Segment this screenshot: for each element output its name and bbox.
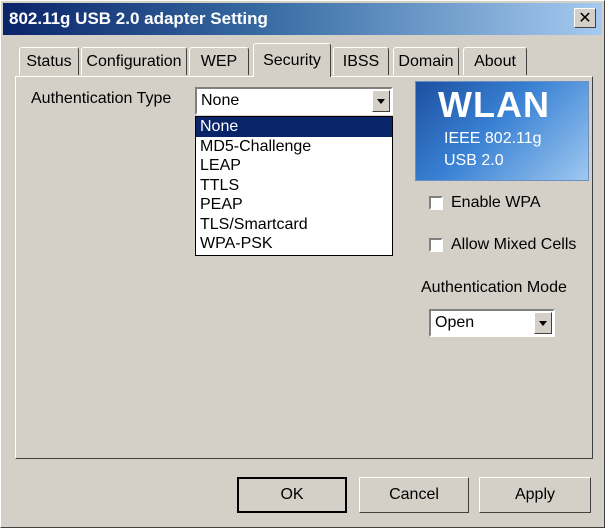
checkbox-box[interactable] <box>429 196 443 210</box>
settings-window: 802.11g USB 2.0 adapter Setting ✕ Status… <box>0 0 605 528</box>
tab-label: Configuration <box>86 52 182 70</box>
logo-title: WLAN <box>438 84 550 125</box>
chevron-down-icon <box>539 321 547 326</box>
allow-mixed-cells-label: Allow Mixed Cells <box>451 236 577 253</box>
auth-mode-select[interactable]: Open <box>429 309 555 337</box>
enable-wpa-checkbox[interactable]: Enable WPA <box>429 194 541 212</box>
option-peap[interactable]: PEAP <box>196 195 392 215</box>
auth-mode-value: Open <box>435 314 475 331</box>
tab-ibss[interactable]: IBSS <box>333 47 389 75</box>
auth-type-options-list[interactable]: None MD5-Challenge LEAP TTLS PEAP TLS/Sm… <box>195 116 393 256</box>
auth-type-select[interactable]: None <box>195 87 393 115</box>
apply-label: Apply <box>514 486 556 503</box>
title-bar[interactable]: 802.11g USB 2.0 adapter Setting ✕ <box>3 3 602 35</box>
close-button[interactable]: ✕ <box>574 8 596 28</box>
tab-about[interactable]: About <box>463 47 527 75</box>
option-tls-smartcard[interactable]: TLS/Smartcard <box>196 215 392 235</box>
tab-security[interactable]: Security <box>253 43 331 77</box>
ok-label: OK <box>280 486 304 503</box>
tab-label: IBSS <box>342 52 380 70</box>
enable-wpa-label: Enable WPA <box>451 194 541 211</box>
allow-mixed-cells-checkbox[interactable]: Allow Mixed Cells <box>429 236 576 254</box>
window-title: 802.11g USB 2.0 adapter Setting <box>9 9 268 28</box>
chevron-down-icon <box>377 99 385 104</box>
auth-type-value: None <box>201 92 240 109</box>
checkbox-box[interactable] <box>429 238 443 252</box>
cancel-label: Cancel <box>389 486 439 503</box>
tab-wep[interactable]: WEP <box>189 47 249 75</box>
wlan-logo: WLAN IEEE 802.11g USB 2.0 <box>415 81 589 181</box>
auth-type-label: Authentication Type <box>31 90 172 107</box>
cancel-button[interactable]: Cancel <box>359 477 469 513</box>
close-icon: ✕ <box>578 10 592 27</box>
option-wpa-psk[interactable]: WPA-PSK <box>196 234 392 254</box>
tab-configuration[interactable]: Configuration <box>81 47 187 75</box>
apply-button[interactable]: Apply <box>479 477 591 513</box>
logo-standard: IEEE 802.11g <box>444 130 542 147</box>
logo-interface: USB 2.0 <box>444 152 504 169</box>
option-none[interactable]: None <box>196 117 392 137</box>
tab-label: Status <box>26 52 72 70</box>
tab-label: Domain <box>398 52 454 70</box>
ok-button[interactable]: OK <box>237 477 347 513</box>
option-ttls[interactable]: TTLS <box>196 176 392 196</box>
auth-mode-label: Authentication Mode <box>421 279 567 296</box>
auth-mode-dropdown-button[interactable] <box>534 312 552 334</box>
auth-type-dropdown-button[interactable] <box>372 90 390 112</box>
option-md5-challenge[interactable]: MD5-Challenge <box>196 137 392 157</box>
tab-status[interactable]: Status <box>19 47 79 75</box>
option-leap[interactable]: LEAP <box>196 156 392 176</box>
tab-label: WEP <box>200 52 238 70</box>
tab-label: Security <box>263 51 321 69</box>
tab-label: About <box>474 52 516 70</box>
tab-domain[interactable]: Domain <box>393 47 459 75</box>
